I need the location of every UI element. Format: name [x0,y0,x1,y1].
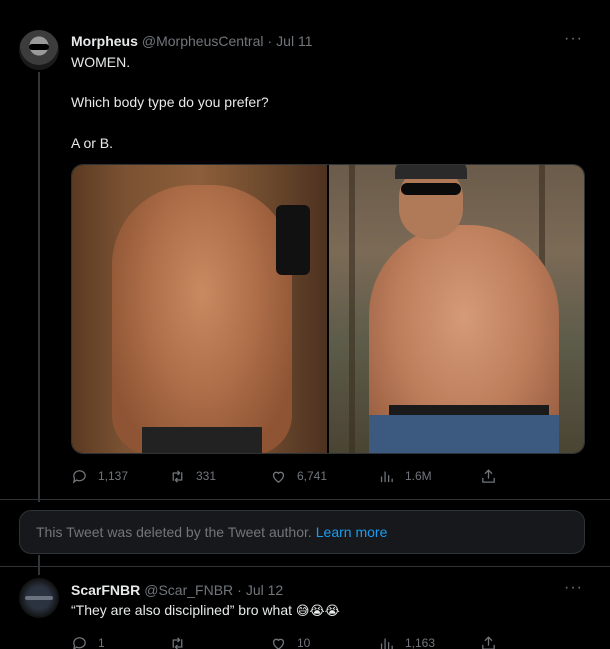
avatar-band [25,596,53,600]
views-chart-icon [380,471,393,482]
share-button[interactable] [480,633,497,649]
reply-icon [73,636,86,649]
divider [0,566,610,567]
handle[interactable]: @Scar_FNBR [144,582,233,598]
tweet-actions: 1 10 1,163 [71,633,501,649]
view-count: 1,163 [405,636,436,649]
thread-line [38,555,40,575]
shorts-a [142,427,262,453]
display-name[interactable]: Morpheus [71,33,138,49]
tweet-header: ScarFNBR @Scar_FNBR · Jul 12 [71,580,283,600]
share-button[interactable] [480,466,497,486]
tweet-text-line: A or B. [71,135,114,151]
tweet[interactable]: Morpheus @MorpheusCentral · Jul 11 ··· W… [0,0,610,502]
tweet-date[interactable]: Jul 11 [276,33,312,49]
like-count: 10 [297,636,311,649]
avatar[interactable] [19,30,59,70]
reply-button[interactable]: 1 [71,633,105,649]
torso-a [112,185,292,453]
tweet-text-body: “They are also disciplined” bro what [71,602,292,618]
deleted-tweet-notice: This Tweet was deleted by the Tweet auth… [19,510,585,554]
tree-trunk [349,165,355,453]
view-count: 1.6M [405,469,432,483]
retweet-button[interactable]: 331 [169,466,216,486]
heart-icon [272,471,285,483]
reply-icon [72,469,86,484]
more-dots-icon[interactable]: ··· [564,30,583,48]
photo-a[interactable] [72,165,327,453]
tweet-actions: 1,137 331 6,741 1.6M [71,466,501,486]
retweet-icon [172,469,183,483]
emoji-group: 😅😭😭 [295,604,340,619]
jeans-b [369,415,559,453]
views-button[interactable]: 1,163 [378,633,435,649]
heart-icon [272,638,285,649]
photo-b[interactable] [329,165,584,453]
retweet-icon [172,636,183,649]
reply-button[interactable]: 1,137 [71,466,128,486]
reply-count: 1 [98,636,105,649]
tweet-header: Morpheus @MorpheusCentral · Jul 11 [71,31,313,51]
display-name[interactable]: ScarFNBR [71,582,140,598]
like-count: 6,741 [297,469,328,483]
phone-icon [276,205,310,275]
like-button[interactable]: 10 [270,633,310,649]
tweet-text: “They are also disciplined” bro what 😅😭😭 [71,600,340,622]
deleted-notice-text: This Tweet was deleted by the Tweet auth… [36,524,312,540]
tweet-text-line: Which body type do you prefer? [71,94,269,110]
learn-more-link[interactable]: Learn more [316,524,388,540]
tweet-date[interactable]: Jul 12 [246,582,283,598]
separator: · [267,33,273,49]
share-icon [482,468,495,483]
retweet-count: 331 [196,469,217,483]
tweet-media[interactable] [71,164,585,454]
handle[interactable]: @MorpheusCentral [142,33,264,49]
like-button[interactable]: 6,741 [270,466,327,486]
views-button[interactable]: 1.6M [378,466,432,486]
sunglasses-icon [29,44,49,50]
tweet-text-line: WOMEN. [71,54,131,70]
more-dots-icon[interactable]: ··· [564,579,583,597]
sunglasses-b [401,183,461,195]
reply-count: 1,137 [98,469,129,483]
share-icon [482,635,495,649]
avatar[interactable] [19,578,59,618]
cap-b [395,165,467,179]
retweet-button[interactable] [169,633,196,649]
thread-line [38,72,40,502]
separator: · [237,582,242,598]
views-chart-icon [380,638,393,649]
